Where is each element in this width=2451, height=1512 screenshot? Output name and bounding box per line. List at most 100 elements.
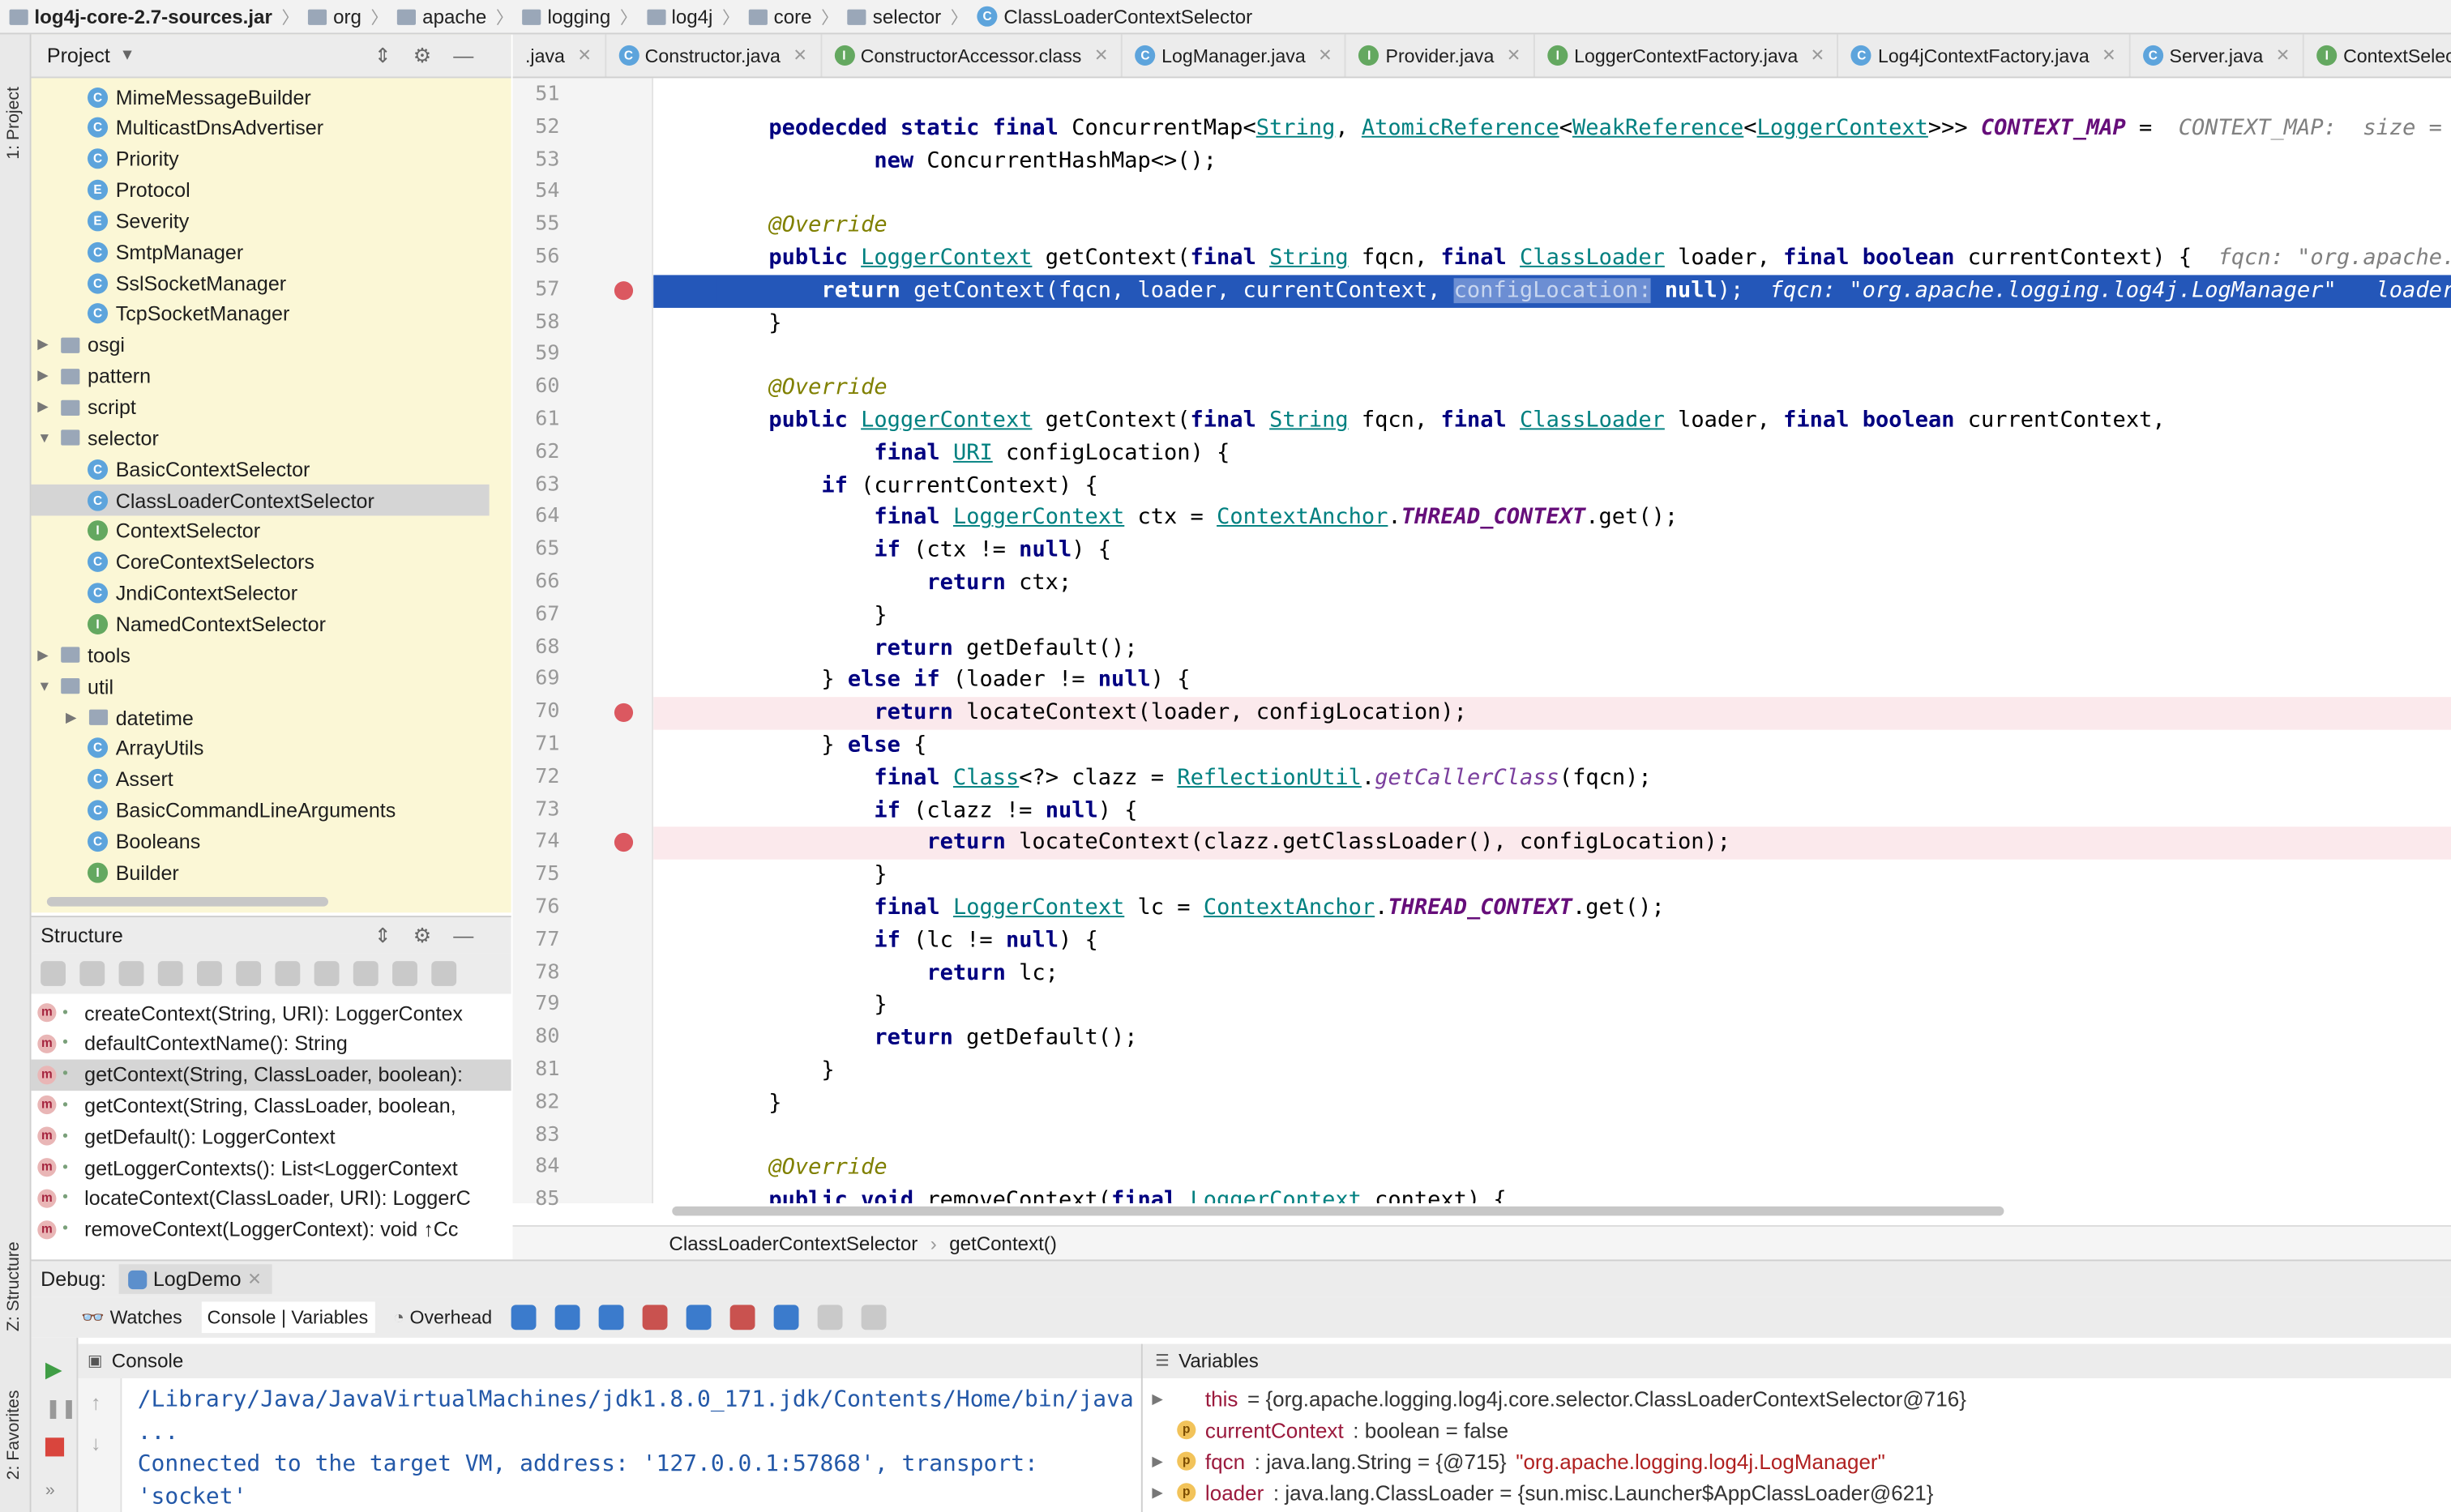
editor-tab[interactable]: .java ✕ [513, 34, 606, 77]
close-icon[interactable]: ✕ [577, 45, 592, 66]
code-breadcrumb-method[interactable]: getContext() [949, 1232, 1057, 1254]
stop-icon[interactable] [45, 1437, 65, 1457]
tree-item[interactable]: C BasicContextSelector [32, 454, 490, 485]
code-line[interactable]: peodecded static final ConcurrentMap<Str… [716, 112, 2451, 144]
structure-item[interactable]: m • getContext(String, ClassLoader, boolea… [31, 1058, 511, 1091]
project-scrollbar[interactable] [46, 896, 328, 907]
tree-item[interactable]: C JndiContextSelector [32, 578, 490, 609]
code-line[interactable]: } else { [716, 730, 926, 762]
tree-item[interactable]: C Assert [32, 763, 490, 795]
editor-tab[interactable]: I LoggerContextFactory.java ✕ [1535, 34, 1839, 77]
structure-item[interactable]: m • getDefault(): LoggerContext [32, 1121, 511, 1152]
chevron-down-icon[interactable]: ▼ [37, 678, 53, 694]
structure-item[interactable]: m • createContext(String, URI): LoggerCont… [32, 997, 511, 1028]
gear-icon[interactable]: ⚙ [413, 43, 453, 66]
code-line[interactable]: @Override [716, 372, 887, 404]
sort-alpha-icon[interactable] [41, 961, 66, 986]
code-line[interactable]: @Override [716, 1152, 887, 1185]
code-line[interactable]: if (currentContext) { [716, 470, 1097, 502]
tree-item[interactable]: C TcpSocketManager [32, 298, 490, 330]
variable-row[interactable]: p currentContext: boolean = false [1152, 1414, 1508, 1446]
more-icon[interactable]: » [45, 1481, 55, 1500]
structure-item[interactable]: m • defaultContextName(): String [32, 1028, 511, 1060]
filter-icon[interactable] [275, 961, 301, 986]
chevron-right-icon[interactable]: ▶ [37, 399, 53, 416]
console-output[interactable]: /Library/Java/JavaVirtualMachines/jdk1.8… [122, 1377, 1141, 1512]
show-non-public-icon[interactable] [236, 961, 262, 986]
code-line[interactable]: } [716, 600, 887, 632]
collapse-all-icon[interactable] [431, 961, 457, 986]
code-line[interactable]: return locateContext(clazz.getClassLoade… [716, 827, 1730, 860]
chevron-down-icon[interactable]: ▼ [119, 47, 135, 64]
force-step-into-icon[interactable] [642, 1305, 668, 1330]
favorites-tool-button[interactable]: 2: Favorites [5, 1390, 24, 1480]
editor-tab[interactable]: C Server.java ✕ [2130, 34, 2304, 77]
code-line[interactable]: return getDefault(); [716, 1023, 1137, 1055]
tree-item[interactable]: ▼ selector [32, 422, 490, 454]
tree-item[interactable]: ▶ osgi [32, 330, 490, 361]
code-editor[interactable]: peodecded static final ConcurrentMap<Str… [653, 78, 2451, 1203]
editor-tab[interactable]: C LogManager.java ✕ [1123, 34, 1347, 77]
crumb-class[interactable]: C ClassLoaderContextSelector [977, 6, 1252, 28]
crumb-org[interactable]: org [308, 6, 361, 28]
tree-item[interactable]: C SslSocketManager [32, 267, 490, 299]
code-line[interactable]: @Override [716, 210, 887, 242]
crumb-jar[interactable]: log4j-core-2.7-sources.jar [9, 6, 272, 28]
code-line[interactable]: public LoggerContext getContext(final St… [716, 404, 2165, 437]
project-tool-button[interactable]: 1: Project [5, 87, 24, 160]
tree-item[interactable]: ▶ tools [32, 639, 490, 671]
tree-item[interactable]: C BasicCommandLineArguments [32, 795, 490, 826]
show-fields-icon[interactable] [196, 961, 222, 986]
crumb-log4j[interactable]: log4j [646, 6, 712, 28]
tree-item[interactable]: I ContextSelector [32, 515, 490, 547]
step-into-icon[interactable] [598, 1305, 624, 1330]
close-icon[interactable]: ✕ [2276, 45, 2291, 66]
breakpoint-icon[interactable] [614, 703, 634, 723]
chevron-right-icon[interactable]: ▶ [1152, 1390, 1167, 1407]
tree-item[interactable]: I NamedContextSelector [32, 609, 490, 640]
code-line[interactable]: new ConcurrentHashMap<>(); [716, 145, 1217, 177]
overhead-tab[interactable]: ◔ Overhead [393, 1306, 492, 1328]
step-out-icon[interactable] [686, 1305, 712, 1330]
scroll-up-icon[interactable]: ↑ [91, 1390, 101, 1414]
tree-item[interactable]: ▶ pattern [32, 361, 490, 392]
code-line[interactable]: return getContext(fqcn, loader, currentC… [716, 275, 2451, 307]
breakpoint-icon[interactable] [614, 833, 634, 852]
close-icon[interactable]: ✕ [1094, 45, 1109, 66]
code-line[interactable]: } [716, 1087, 781, 1120]
sort-visibility-icon[interactable] [79, 961, 105, 986]
crumb-logging[interactable]: logging [522, 6, 610, 28]
lambda-icon[interactable] [353, 961, 379, 986]
close-icon[interactable]: ✕ [1507, 45, 1521, 66]
step-over-icon[interactable] [554, 1305, 580, 1330]
code-line[interactable]: final LoggerContext lc = ContextAnchor.T… [716, 892, 1664, 925]
tree-item[interactable]: C CoreContextSelectors [32, 547, 490, 579]
crumb-core[interactable]: core [748, 6, 812, 28]
collapse-icon[interactable]: ⇕ [374, 43, 413, 66]
editor-tab[interactable]: IContextSelector.java✕ [2304, 34, 2451, 76]
expand-icon[interactable]: ⇕ [374, 923, 413, 946]
watches-tab[interactable]: 👓 Watches [81, 1306, 182, 1328]
structure-item[interactable]: m • getContext(String, ClassLoader, boolea… [32, 1090, 511, 1121]
code-line[interactable]: public LoggerContext getContext(final St… [716, 242, 2451, 275]
code-line[interactable]: } [716, 990, 887, 1023]
minimize-icon[interactable]: — [453, 43, 495, 66]
code-breadcrumb-class[interactable]: ClassLoaderContextSelector [669, 1232, 918, 1254]
code-line[interactable]: if (ctx != null) { [716, 535, 1111, 567]
frames-icon[interactable] [511, 1305, 537, 1330]
crumb-apache[interactable]: apache [397, 6, 486, 28]
code-line[interactable]: return getDefault(); [716, 632, 1137, 664]
close-icon[interactable]: ✕ [793, 45, 807, 66]
anonymous-icon[interactable] [314, 961, 340, 986]
tree-item[interactable]: C SmtpManager [32, 237, 490, 268]
close-icon[interactable]: ✕ [1318, 45, 1332, 66]
tree-item[interactable]: E Severity [32, 205, 490, 237]
tree-item[interactable]: C Priority [32, 143, 490, 175]
crumb-selector[interactable]: selector [847, 6, 941, 28]
code-line[interactable]: } [716, 1055, 834, 1087]
debug-session-tab[interactable]: LogDemo ✕ [118, 1264, 272, 1294]
code-line[interactable]: } [716, 860, 887, 892]
editor-tab[interactable]: I Provider.java ✕ [1346, 34, 1535, 77]
chevron-right-icon[interactable]: ▶ [1152, 1453, 1167, 1470]
variable-row[interactable]: ▶ p fqcn: java.lang.String = {@715} "org.a… [1152, 1446, 1884, 1477]
